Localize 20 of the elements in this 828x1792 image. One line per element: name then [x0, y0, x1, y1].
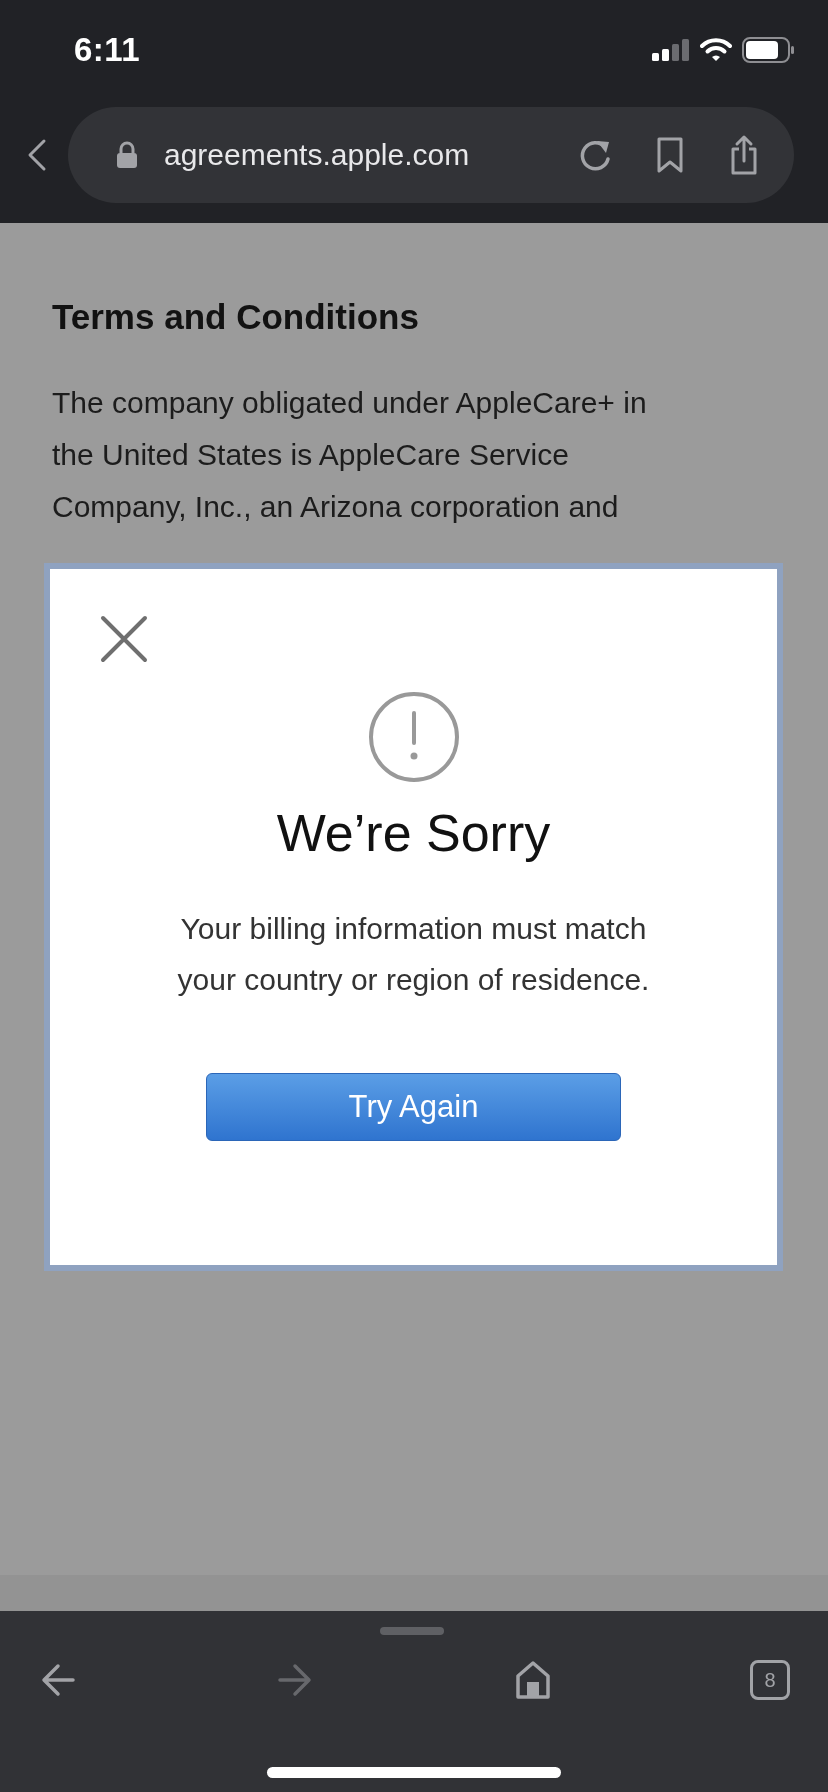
lock-icon — [116, 141, 138, 169]
wifi-icon — [700, 38, 732, 62]
home-icon[interactable] — [515, 1661, 550, 1699]
status-time: 6:11 — [74, 31, 142, 69]
close-icon[interactable] — [100, 615, 148, 663]
page-heading: Terms and Conditions — [52, 297, 420, 337]
back-arrow-icon[interactable] — [41, 1663, 75, 1697]
try-again-button[interactable]: Try Again — [206, 1073, 621, 1141]
dialog-message: Your billing information must match your country or region of residence. — [177, 911, 650, 998]
tabs-button[interactable]: 8 — [750, 1660, 790, 1700]
battery-icon — [742, 37, 794, 63]
exclamation-circle-icon — [367, 691, 460, 783]
terms-paragraph: The company obligated under AppleCare+ in the United States is AppleCare Service Company, Inc., an Arizona corporation and — [52, 385, 648, 525]
dialog-title: We’re Sorry — [276, 803, 551, 863]
url-text: agreements.apple.com — [164, 138, 471, 172]
bookmark-icon[interactable] — [656, 136, 684, 174]
back-chevron-icon[interactable] — [26, 138, 48, 172]
drag-handle[interactable] — [380, 1627, 444, 1635]
address-bar[interactable]: agreements.apple.com — [68, 107, 794, 203]
signal-icon — [652, 39, 690, 61]
